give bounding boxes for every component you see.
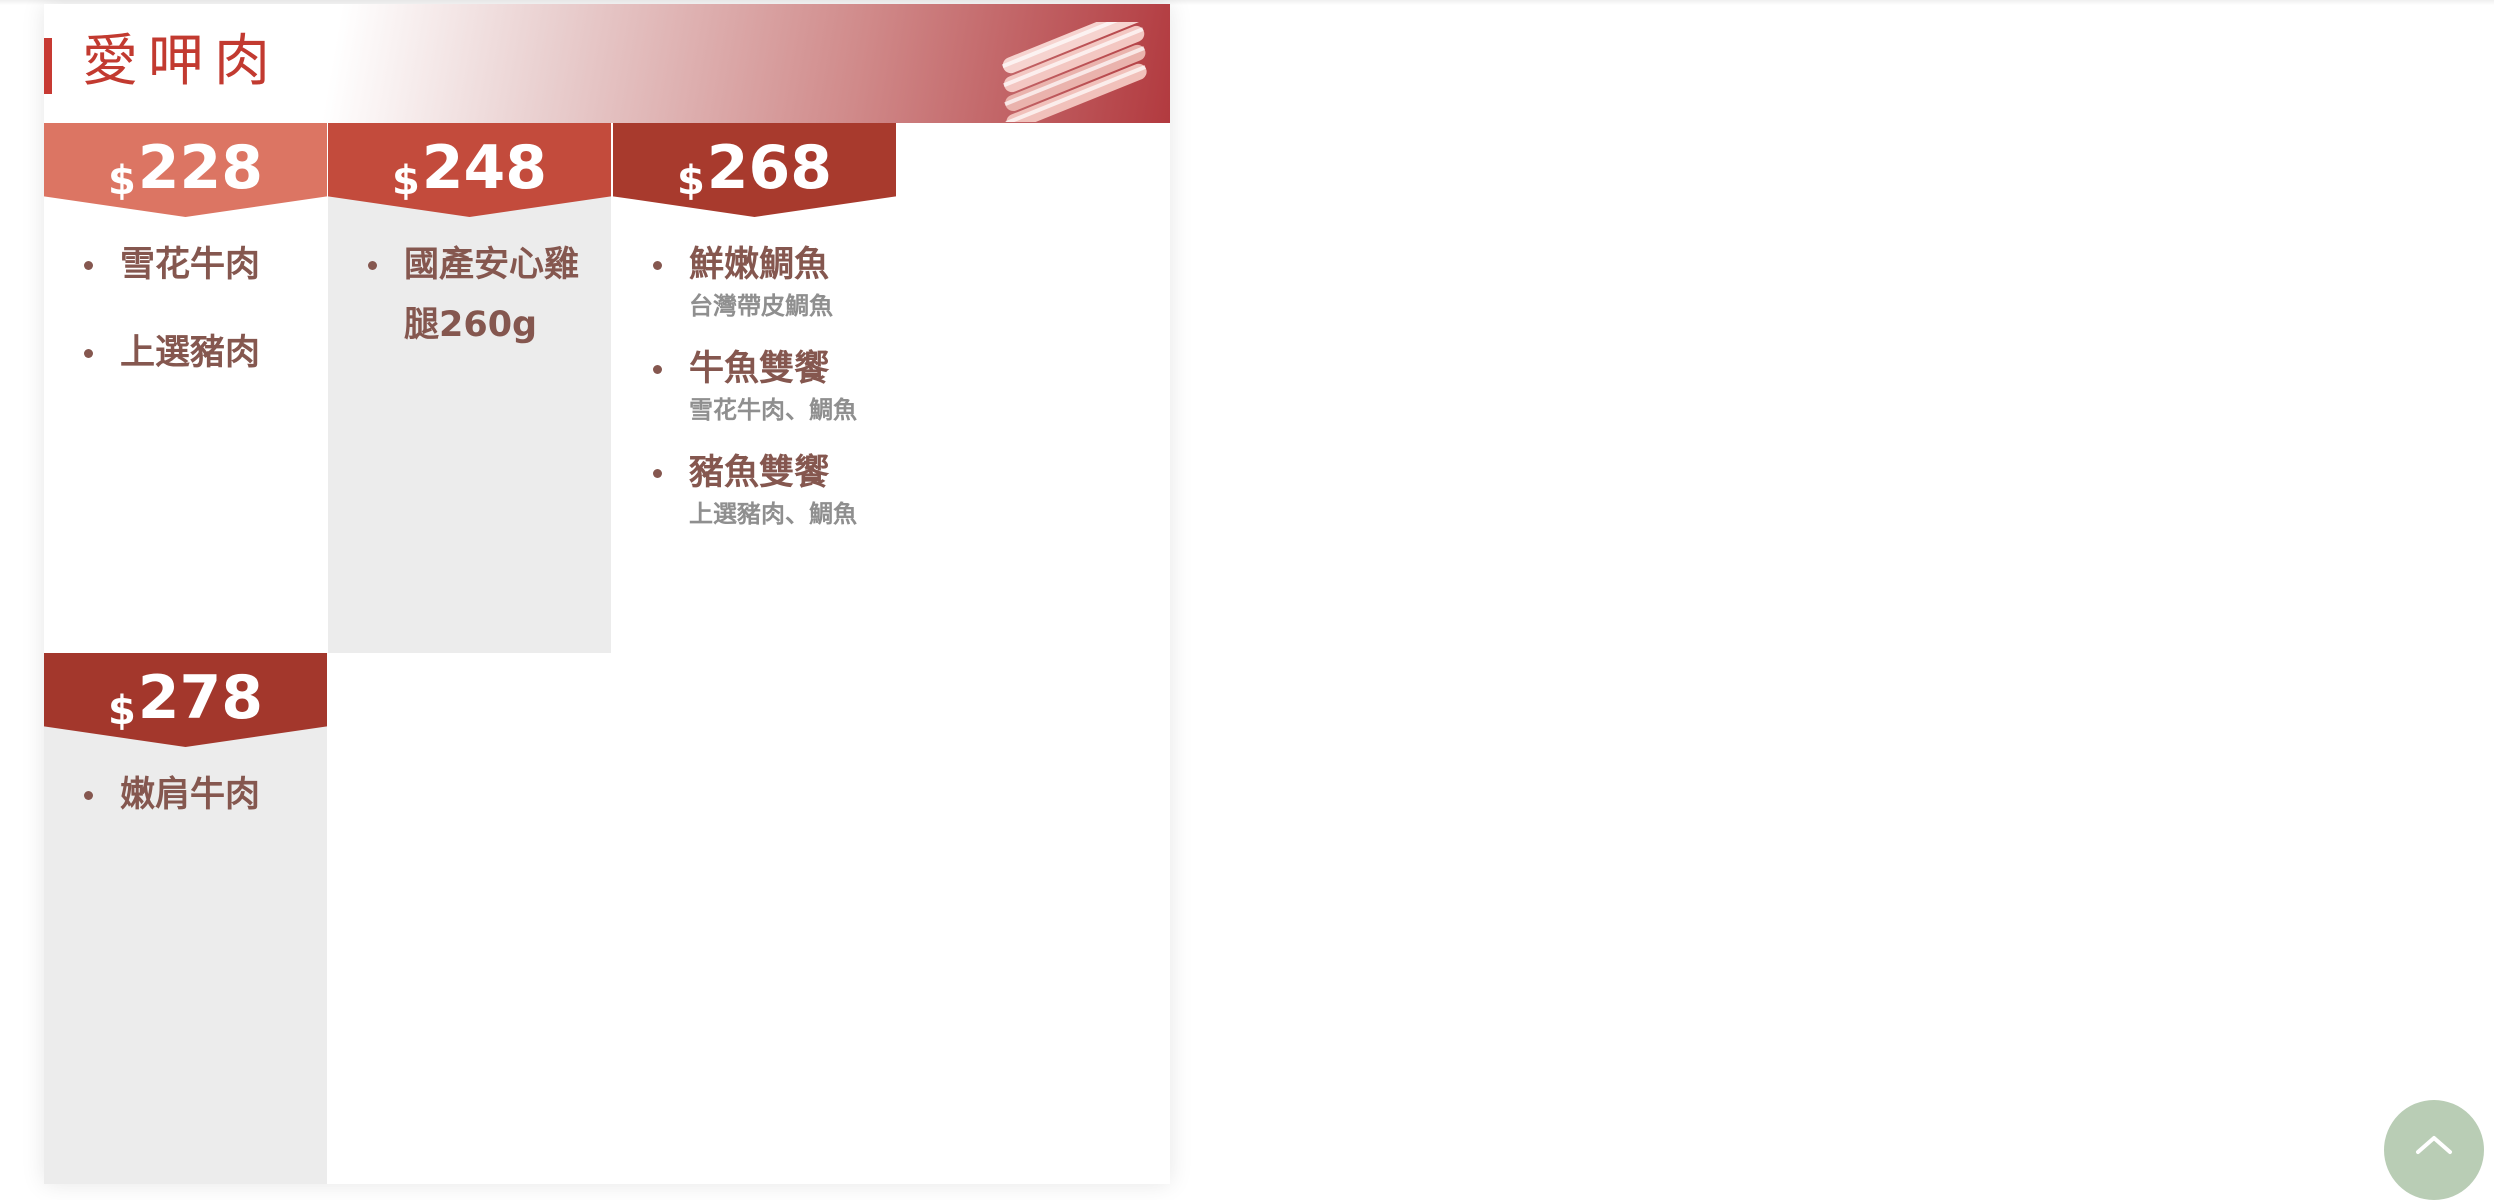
currency-symbol: $ — [107, 158, 136, 204]
item-name: 上選豬肉 — [120, 333, 261, 373]
list-item: 上選豬肉 — [44, 323, 327, 383]
item-list: 嫩肩牛肉 — [44, 747, 327, 825]
price-amount: $268 — [676, 131, 833, 217]
price-value: 278 — [137, 663, 264, 733]
list-item: 雪花牛肉 — [44, 235, 327, 295]
currency-symbol: $ — [107, 688, 136, 734]
list-item: 鮮嫩鯛魚 台灣帶皮鯛魚 — [613, 235, 896, 321]
price-value: 228 — [137, 133, 264, 203]
price-value: 248 — [421, 133, 548, 203]
list-item: 豬魚雙饗 上選豬肉、鯛魚 — [613, 443, 896, 529]
price-banner: $278 — [44, 653, 327, 747]
category-header: 愛呷肉 — [44, 4, 1170, 123]
menu-card: 愛呷肉 $228 雪花牛肉 上選豬肉 $248 國產安心雞腿260g $268 … — [44, 4, 1170, 1184]
item-list: 國產安心雞腿260g — [328, 217, 611, 355]
item-list: 鮮嫩鯛魚 台灣帶皮鯛魚 牛魚雙饗 雪花牛肉、鯛魚 豬魚雙饗 上選豬肉、鯛魚 — [613, 217, 896, 529]
item-name: 牛魚雙饗 — [689, 349, 830, 389]
chevron-up-icon — [2416, 1136, 2452, 1154]
item-description: 上選豬肉、鯛魚 — [689, 500, 857, 528]
price-banner: $268 — [613, 123, 896, 217]
price-tier-278: $278 嫩肩牛肉 — [44, 653, 327, 1184]
item-list: 雪花牛肉 上選豬肉 — [44, 217, 327, 383]
bacon-strips-icon — [1001, 22, 1147, 122]
item-name: 豬魚雙饗 — [689, 453, 830, 493]
list-item: 嫩肩牛肉 — [44, 765, 327, 825]
item-name: 鮮嫩鯛魚 — [689, 245, 830, 285]
currency-symbol: $ — [391, 158, 420, 204]
price-tier-248: $248 國產安心雞腿260g — [328, 123, 611, 653]
list-item: 國產安心雞腿260g — [328, 235, 611, 355]
category-title: 愛呷肉 — [82, 29, 280, 94]
price-tier-228: $228 雪花牛肉 上選豬肉 — [44, 123, 327, 653]
price-banner: $248 — [328, 123, 611, 217]
price-amount: $248 — [391, 131, 548, 217]
header-accent-bar — [44, 38, 52, 94]
item-name: 嫩肩牛肉 — [120, 775, 261, 815]
price-tier-268: $268 鮮嫩鯛魚 台灣帶皮鯛魚 牛魚雙饗 雪花牛肉、鯛魚 豬魚雙饗 上選豬肉、… — [613, 123, 896, 653]
price-amount: $278 — [107, 661, 264, 747]
price-banner: $228 — [44, 123, 327, 217]
item-description: 台灣帶皮鯛魚 — [689, 292, 833, 320]
currency-symbol: $ — [676, 158, 705, 204]
list-item: 牛魚雙饗 雪花牛肉、鯛魚 — [613, 339, 896, 425]
price-value: 268 — [706, 133, 833, 203]
price-amount: $228 — [107, 131, 264, 217]
scroll-to-top-button[interactable] — [2384, 1100, 2484, 1200]
item-description: 雪花牛肉、鯛魚 — [689, 396, 857, 424]
item-name: 國產安心雞腿260g — [404, 245, 580, 345]
item-name: 雪花牛肉 — [120, 245, 261, 285]
